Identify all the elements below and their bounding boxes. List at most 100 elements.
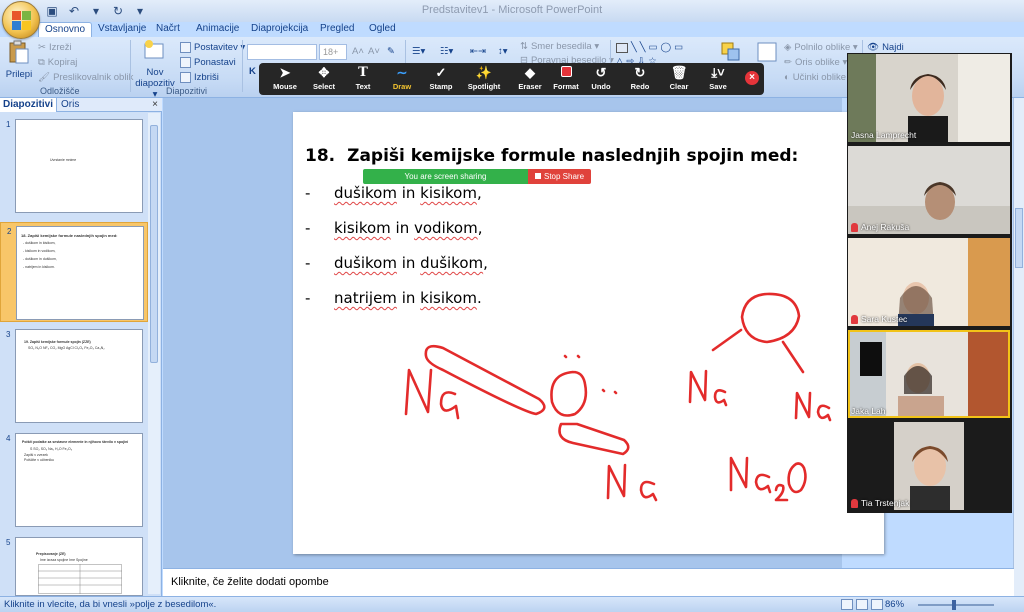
tool-spotlight[interactable]: ✨ Spotlight [464,66,504,92]
cut-button[interactable]: ✂ Izreži [38,41,72,54]
pane-scrollbar[interactable] [148,113,160,594]
thumb-table [38,564,122,594]
participant-name: Jasna Lamprecht [851,130,916,140]
line-shape-icon[interactable]: ╲ [631,42,637,53]
thumb-text: - natrijem in kisikom. [23,265,55,269]
tab-ogled[interactable]: Ogled [369,22,396,37]
bullets-icon: ☰▾ [412,46,426,57]
line-spacing-button[interactable]: ↕▾ [498,45,508,58]
ink-stroke [774,483,789,502]
title-bar: ▣ ↶ ▾ ↻ ▾ Predstavitev1 - Microsoft Powe… [0,0,1024,22]
bullets-button[interactable]: ☰▾ [412,45,425,58]
tool-stamp[interactable]: ✓ Stamp [421,66,461,92]
ink-stroke [729,456,749,492]
thumb-preview: Prepisovanje (ZE) Ime izraza spojine Ime… [15,537,143,596]
slide-thumbnail-3[interactable]: 3 19. Zapiši kemijske formule spojin (ZZ… [0,326,148,426]
tool-clear[interactable]: 🗑 Clear [659,66,699,92]
shapes-gallery[interactable]: ╲ ╲ ▭ ◯ ▭ [616,41,683,54]
participant-video [848,54,1010,142]
zoom-level[interactable]: 86% [885,599,904,610]
tool-select[interactable]: ✥ Select [304,66,344,92]
tool-eraser[interactable]: ◆ Eraser [510,66,550,92]
tool-text[interactable]: T Text [343,66,383,92]
tool-draw[interactable]: ∼ Draw [382,66,422,92]
effects-icon: ◐ [784,72,790,83]
ellipse-shape-icon[interactable]: ◯ [660,42,671,53]
notes-pane[interactable]: Kliknite, če želite dodati opombe [163,568,1014,596]
tab-diapozitivi[interactable]: Diapozitivi [0,98,58,112]
video-tile[interactable]: Jasna Lamprecht [848,54,1010,142]
format-painter-button[interactable]: 🖌 Preslikovalnik oblik [38,71,133,84]
grow-font-button[interactable]: A˄ [352,45,364,58]
tab-oris[interactable]: Oris [58,98,82,112]
delete-slide-button[interactable]: Izbriši [180,71,219,84]
slide-thumbnail-4[interactable]: 4 Poišči podatke za sestavne elemente in… [0,430,148,530]
tab-pregled[interactable]: Pregled [320,22,354,37]
zoom-annotation-toolbar: ➤ Mouse ✥ Select T Text ∼ Draw ✓ Stamp ✨ Spotl… [259,63,764,95]
font-name-field[interactable] [247,44,317,60]
reset-button[interactable]: Ponastavi [180,56,236,69]
shrink-font-button[interactable]: A˅ [368,45,380,58]
slide-thumbnail-5[interactable]: 5 Prepisovanje (ZE) Ime izraza spojine I… [0,534,148,596]
rectangle-shape-icon[interactable]: ▭ [674,42,683,53]
copy-button[interactable]: ⧉ Kopiraj [38,56,77,69]
slide-thumbnail-2[interactable]: 2 18. Zapiši kemijske formule naslednjih… [0,222,148,322]
editor-scroll-thumb[interactable] [1015,208,1023,268]
binoculars-icon: 👁 [867,42,880,53]
layout-button[interactable]: Postavitev ▾ [180,41,245,54]
zoom-slider[interactable] [918,600,994,610]
paste-icon [9,40,29,64]
tab-animacije[interactable]: Animacije [196,22,239,37]
close-icon[interactable]: × [152,99,158,110]
shape-outline-button[interactable]: ✏ Oris oblike ▾ [784,56,847,69]
office-button[interactable] [2,1,40,39]
ink-stroke [816,404,832,422]
textbox-shape-icon[interactable] [616,42,628,53]
video-tile[interactable]: Tia Trstenjak [848,422,1010,510]
video-tile-active-speaker[interactable]: Jaka Lah [848,330,1010,418]
close-annotation-icon[interactable]: × [745,71,759,85]
stop-share-button[interactable]: Stop Share [528,169,591,184]
text-direction-button[interactable]: ⇅ Smer besedila ▾ [520,40,599,53]
video-tile[interactable]: Sara Kustec [848,238,1010,326]
numbering-button[interactable]: ☷▾ [440,45,453,58]
slide-thumbnail-1[interactable]: 1 Uvrstanie mnime [0,116,148,216]
shape-effects-button[interactable]: ◐ Učinki oblike ▾ [784,71,853,84]
tab-diaprojekcija[interactable]: Diaprojekcija [251,22,308,37]
participant-name-text: Jasna Lamprecht [851,130,917,140]
thumb-text: S SO₂ SO₃ Na₂ H₂O Fe₂O₃ [30,447,73,451]
ink-stroke [550,370,588,417]
slide-sorter-icon[interactable] [856,599,868,610]
line-shape-icon[interactable]: ╲ [640,42,646,53]
slides-pane: Diapozitivi Oris × 1 Uvrstanie mnime 2 1… [0,98,162,596]
screen-sharing-banner: You are screen sharing [363,169,528,184]
tab-vstavljanje[interactable]: Vstavljanje [98,22,146,37]
grow-font-icon: A˄ [352,46,364,57]
font-size-field[interactable]: 18+ [319,44,347,60]
status-message: Kliknite in vlecite, da bi vnesli »polje… [4,599,217,610]
zoom-slider-handle[interactable] [952,600,956,610]
tool-format[interactable]: Format [546,66,586,91]
editor-scrollbar[interactable] [1013,98,1024,596]
tool-label: Text [355,82,371,91]
pane-scroll-thumb[interactable] [150,125,158,363]
bold-button[interactable]: K [249,65,256,78]
ink-stroke [563,354,618,395]
tool-undo[interactable]: ↺ Undo [581,66,621,92]
video-tile[interactable]: Anej Rakuša [848,146,1010,234]
tab-osnovno[interactable]: Osnovno [38,22,93,37]
normal-view-icon[interactable] [841,599,853,610]
copy-icon: ⧉ [38,57,45,68]
paste-button[interactable]: Prilepi [4,40,34,80]
rectangle-shape-icon[interactable]: ▭ [648,42,657,53]
tool-redo[interactable]: ↻ Redo [620,66,660,92]
thumb-text: - dušikom in kisikom, [23,241,56,245]
tool-mouse[interactable]: ➤ Mouse [265,66,305,92]
tool-label: Mouse [273,82,297,91]
tool-save[interactable]: ⤓˅ Save [698,66,738,92]
ink-stroke [794,391,812,420]
indent-button[interactable]: ⇤⇥ [470,45,486,58]
tab-nacrt[interactable]: Načrt [156,22,180,37]
clear-format-button[interactable]: ✎ [387,45,395,58]
slideshow-icon[interactable] [871,599,883,610]
